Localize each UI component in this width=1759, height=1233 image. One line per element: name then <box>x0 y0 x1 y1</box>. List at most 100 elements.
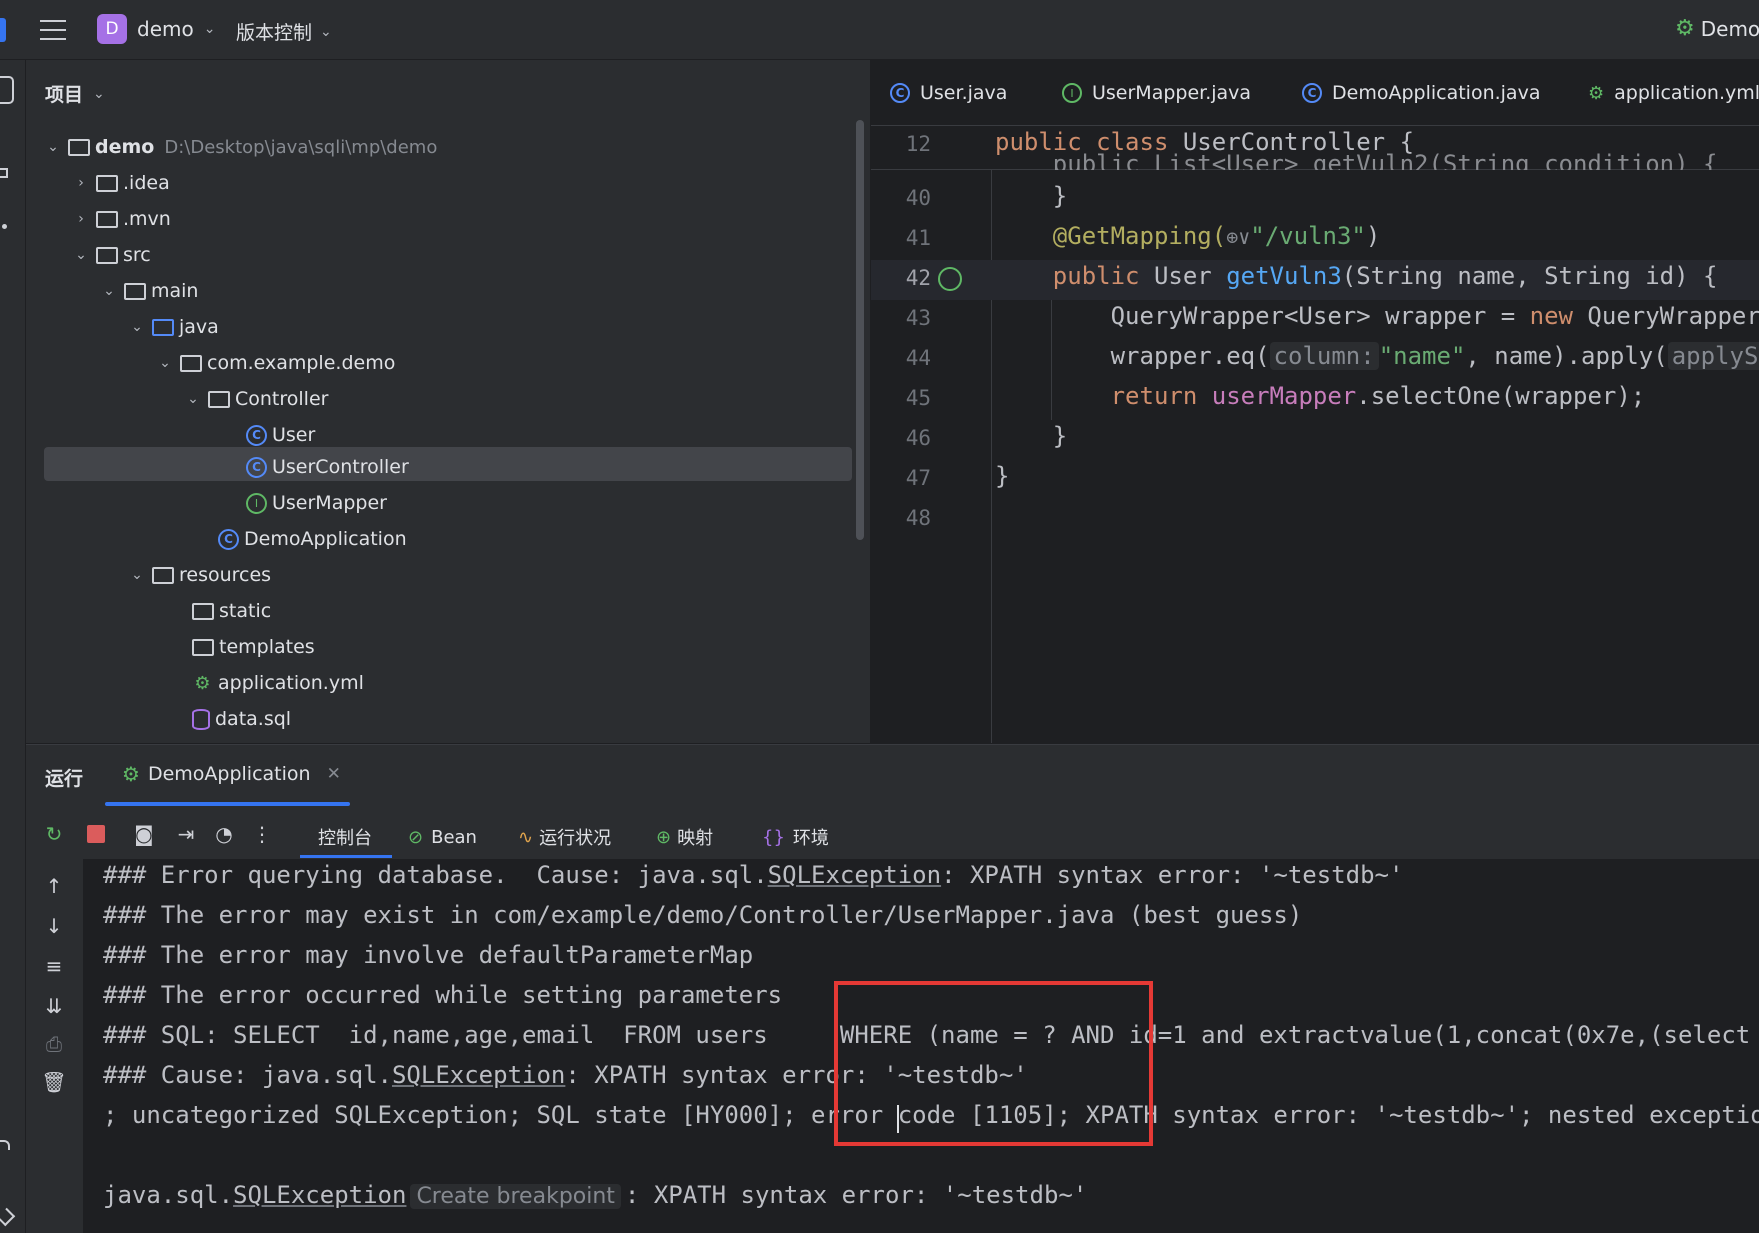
class-icon: C <box>890 83 910 103</box>
close-icon[interactable]: ✕ <box>327 764 341 784</box>
tab-application-yml[interactable]: ⚙ application.yml <box>1588 60 1759 126</box>
exception-link[interactable]: SQLException <box>392 1061 565 1089</box>
tree-root[interactable]: ⌄ demo D:\Desktop\java\sqli\mp\demo <box>44 130 437 164</box>
tab-beans[interactable]: ⊘ Bean <box>408 816 477 858</box>
chevron-down-icon: ⌄ <box>187 391 199 407</box>
folder-icon <box>124 282 146 300</box>
more-options-icon[interactable]: ⋮ <box>248 820 276 848</box>
code-line-43[interactable]: QueryWrapper<User> wrapper = new QueryWr… <box>995 302 1759 330</box>
tree-item-static[interactable]: static <box>192 594 271 628</box>
run-tab-demoapplication[interactable]: ⚙ DemoApplication ✕ <box>122 762 341 786</box>
run-config-selector[interactable]: ⚙ Demo <box>1675 16 1759 41</box>
run-tab-label: DemoApplication <box>147 763 311 785</box>
tree-item-controller[interactable]: ⌄ Controller <box>184 382 328 416</box>
main-menu-icon[interactable] <box>40 18 66 40</box>
tab-usermapper-java[interactable]: I UserMapper.java <box>1062 60 1251 126</box>
scroll-down-icon[interactable]: ↓ <box>40 912 68 940</box>
endpoint-gutter-icon[interactable] <box>938 267 962 291</box>
endpoint-globe-icon[interactable]: ⊕∨ <box>1226 225 1250 249</box>
chevron-down-icon: ⌄ <box>203 21 216 37</box>
print-icon[interactable]: ⎙ <box>40 1030 68 1058</box>
more-tools-icon[interactable] <box>2 224 7 229</box>
commit-tool-icon[interactable] <box>0 168 8 178</box>
tab-demoapplication-java[interactable]: C DemoApplication.java <box>1302 60 1540 126</box>
scroll-to-end-icon[interactable]: ⇊ <box>40 992 68 1020</box>
folder-icon <box>96 246 118 264</box>
code-line-44[interactable]: wrapper.eq(column: "name", name).apply(ap… <box>995 342 1759 370</box>
project-tool-icon[interactable] <box>0 76 14 104</box>
trash-icon[interactable]: 🗑 <box>40 1068 68 1096</box>
vcs-menu[interactable]: 版本控制 ⌄ <box>236 18 332 45</box>
mappings-icon: ⊕ <box>656 826 672 848</box>
project-badge: D <box>97 14 127 44</box>
terminal-icon[interactable] <box>0 1140 10 1150</box>
code-line-42[interactable]: public User getVuln3(String name, String… <box>995 262 1718 290</box>
tree-item-data-sql[interactable]: data.sql <box>192 702 291 736</box>
tree-item-main[interactable]: ⌄ main <box>100 274 198 308</box>
yaml-config-icon: ⚙ <box>194 672 211 694</box>
code-line-46[interactable]: } <box>995 422 1067 450</box>
tree-item-package[interactable]: ⌄ com.example.demo <box>156 346 395 380</box>
project-scrollbar[interactable] <box>856 120 864 540</box>
exit-icon[interactable]: ⇥ <box>172 820 200 848</box>
tab-label: DemoApplication.java <box>1332 82 1541 104</box>
tree-item-templates[interactable]: templates <box>192 630 315 664</box>
tab-console[interactable]: 控制台 <box>318 816 372 858</box>
tree-item-java[interactable]: ⌄ java <box>128 310 219 344</box>
annotation: @GetMapping( <box>995 222 1227 250</box>
tab-environment[interactable]: {} 环境 <box>762 816 829 858</box>
interface-icon: I <box>246 492 267 514</box>
title-bar: D demo ⌄ 版本控制 ⌄ ⚙ Demo <box>0 0 1759 60</box>
code-line-45[interactable]: return userMapper.selectOne(wrapper); <box>995 382 1646 410</box>
tree-item-src[interactable]: ⌄ src <box>72 238 151 272</box>
interface-icon: I <box>1062 83 1082 103</box>
profiler-icon[interactable]: ◔ <box>210 820 238 848</box>
spring-boot-icon: ⚙ <box>122 762 140 786</box>
tab-label: 运行状况 <box>539 828 612 849</box>
type: User <box>1153 262 1227 290</box>
code-line-40[interactable]: } <box>995 182 1067 210</box>
tab-health[interactable]: ∿ 运行状况 <box>518 816 611 858</box>
tree-label: UserMapper <box>272 492 387 514</box>
code: QueryWrapper<>(); <box>1587 302 1759 330</box>
stop-icon[interactable] <box>82 820 110 848</box>
tree-item-mvn[interactable]: › .mvn <box>72 202 171 236</box>
tree-item-user[interactable]: C User <box>246 418 315 452</box>
soft-wrap-icon[interactable]: ≡ <box>40 952 68 980</box>
tree-item-resources[interactable]: ⌄ resources <box>128 558 271 592</box>
folder-icon <box>96 210 118 228</box>
tab-mappings[interactable]: ⊕ 映射 <box>656 816 713 858</box>
folder-icon <box>192 638 214 656</box>
class-icon: C <box>246 456 267 478</box>
exception-link[interactable]: SQLException <box>233 1181 406 1209</box>
chevron-down-icon: ⌄ <box>103 283 115 299</box>
project-panel-header[interactable]: 项目 ⌄ <box>45 80 105 107</box>
keyword: return <box>995 382 1212 410</box>
rerun-icon[interactable]: ↻ <box>40 820 68 848</box>
problems-icon[interactable] <box>0 1207 16 1227</box>
line-number: 41 <box>905 226 931 250</box>
tree-label: resources <box>179 564 272 586</box>
project-panel: 项目 ⌄ ⌄ demo D:\Desktop\java\sqli\mp\demo… <box>26 60 870 743</box>
code-line-47[interactable]: } <box>995 462 1009 490</box>
tree-item-application-yml[interactable]: ⚙ application.yml <box>192 666 363 700</box>
tree-item-idea[interactable]: › .idea <box>72 166 170 200</box>
tab-user-java[interactable]: C User.java <box>890 60 1007 126</box>
create-breakpoint-hint[interactable]: Create breakpoint <box>410 1184 621 1209</box>
line-number: 40 <box>905 186 931 210</box>
console-line: ### Error querying database. Cause: java… <box>103 861 1404 889</box>
tree-item-demoapplication[interactable]: C DemoApplication <box>218 522 407 556</box>
chevron-down-icon: ⌄ <box>93 85 105 102</box>
tree-item-usercontroller[interactable]: C UserController <box>246 450 409 484</box>
exception-link[interactable]: SQLException <box>768 861 941 889</box>
root-path: D:\Desktop\java\sqli\mp\demo <box>164 136 438 158</box>
code-line-41[interactable]: @GetMapping(⊕∨"/vuln3") <box>995 222 1381 250</box>
folder-icon <box>192 602 214 620</box>
project-switcher[interactable]: D demo ⌄ <box>97 14 215 44</box>
scroll-up-icon[interactable]: ↑ <box>40 872 68 900</box>
keyword: new <box>1529 302 1588 330</box>
tree-label: main <box>151 280 199 302</box>
screenshot-icon[interactable]: ◙ <box>130 820 158 848</box>
peek-line: public List<User> getVuln2(String condit… <box>995 150 1718 170</box>
tree-item-usermapper[interactable]: I UserMapper <box>246 486 387 520</box>
